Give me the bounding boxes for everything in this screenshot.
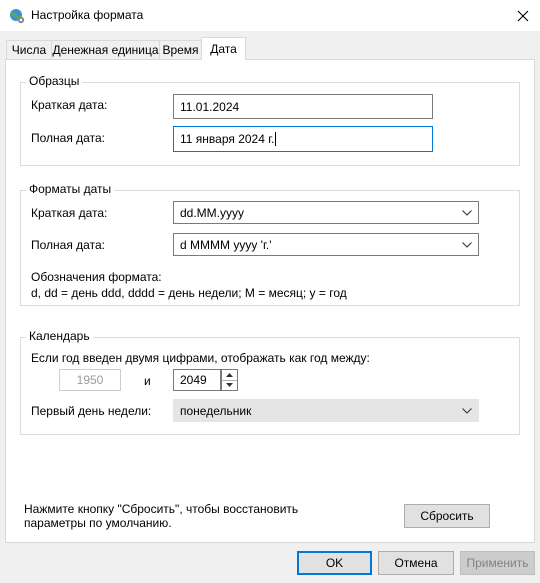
tab-numbers[interactable]: Числа [6,40,52,59]
long-date-format-value: d MMMM yyyy 'г.' [180,237,272,252]
close-button[interactable] [505,0,540,31]
tab-date[interactable]: Дата [201,37,246,60]
long-date-sample-text: 11 января 2024 г. [180,132,275,146]
spin-down-button[interactable] [222,380,237,390]
samples-short-label: Краткая дата: [31,98,108,112]
year-to-spinner [221,369,238,391]
short-date-sample-field[interactable]: 11.01.2024 [173,94,433,119]
spin-up-icon [226,373,233,377]
spin-down-icon [226,383,233,387]
reset-hint: Нажмите кнопку "Сбросить", чтобы восстан… [24,502,299,530]
year-to-field[interactable]: 2049 [173,369,221,391]
two-digit-year-label: Если год введен двумя цифрами, отображат… [31,351,370,365]
chevron-down-icon [462,407,472,414]
text-caret [275,132,277,146]
samples-long-label: Полная дата: [31,131,105,145]
long-date-format-select[interactable]: d MMMM yyyy 'г.' [173,233,479,256]
tab-time[interactable]: Время [159,40,202,59]
calendar-legend: Календарь [26,329,93,343]
first-day-label: Первый день недели: [31,404,152,418]
and-label: и [144,374,151,388]
cancel-button[interactable]: Отмена [378,551,454,575]
short-date-format-select[interactable]: dd.MM.yyyy [173,201,479,224]
short-date-format-value: dd.MM.yyyy [180,205,245,220]
apply-button: Применить [460,551,535,575]
close-icon [517,10,528,21]
formats-short-label: Краткая дата: [31,206,108,220]
window-title: Настройка формата [31,8,144,22]
ok-button[interactable]: OK [297,551,372,575]
first-day-select[interactable]: понедельник [173,399,479,422]
notation-text: d, dd = день ddd, dddd = день недели; M … [31,286,347,300]
tab-currency[interactable]: Денежная единица [51,40,160,59]
notation-title: Обозначения формата: [31,270,162,284]
reset-button[interactable]: Сбросить [404,504,490,528]
globe-gear-icon [9,8,25,24]
long-date-sample-field[interactable]: 11 января 2024 г. [173,126,433,152]
year-from-field: 1950 [59,369,121,391]
samples-legend: Образцы [26,74,83,88]
chevron-down-icon [462,241,472,248]
formats-long-label: Полная дата: [31,238,105,252]
formats-legend: Форматы даты [26,182,115,196]
first-day-value: понедельник [180,403,252,418]
chevron-down-icon [462,209,472,216]
